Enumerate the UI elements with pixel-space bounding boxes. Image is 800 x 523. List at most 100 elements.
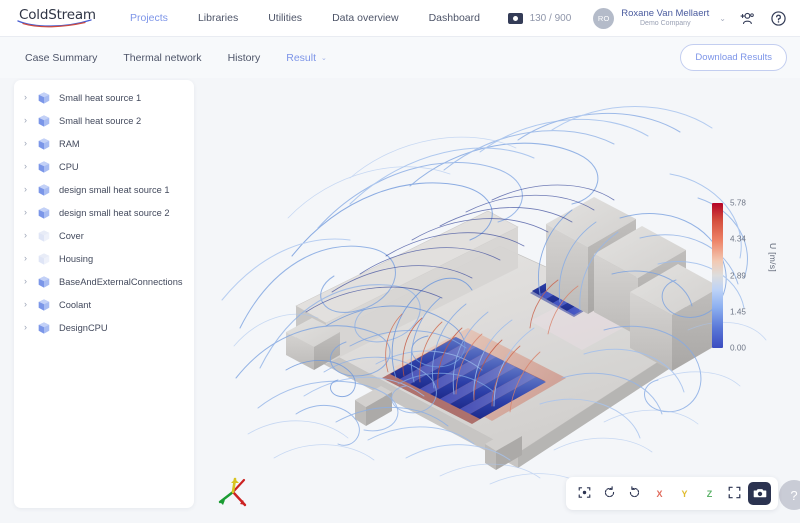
tree-item-label: design small heat source 1 [59, 185, 170, 195]
cube-icon [37, 229, 51, 243]
tab-case-summary[interactable]: Case Summary [12, 52, 110, 64]
chevron-right-icon[interactable]: › [24, 300, 37, 309]
tab-thermal-network[interactable]: Thermal network [110, 52, 214, 64]
chevron-right-icon[interactable]: › [24, 208, 37, 217]
colorbar-tick-label: 0.00 [730, 344, 746, 353]
chevron-right-icon[interactable]: › [24, 116, 37, 125]
tree-item-housing[interactable]: ›Housing [14, 247, 194, 270]
chevron-right-icon[interactable]: › [24, 323, 37, 332]
tab-label: Thermal network [123, 52, 201, 64]
tree-item-design-small-heat-source-2[interactable]: › design small heat source 2 [14, 201, 194, 224]
cube-icon [37, 91, 51, 105]
fullscreen-icon [728, 486, 741, 501]
add-user-icon[interactable] [740, 12, 755, 25]
view-y-button[interactable]: Y [673, 482, 696, 505]
tab-result[interactable]: Result ⌄ [273, 52, 340, 64]
cube-icon [37, 183, 51, 197]
tree-item-label: BaseAndExternalConnections [59, 277, 183, 287]
rotate-left-button[interactable] [598, 482, 621, 505]
tree-item-cover[interactable]: › Cover [14, 224, 194, 247]
rotate-cw-icon [628, 486, 641, 501]
chevron-right-icon[interactable]: › [24, 231, 37, 240]
view-x-button[interactable]: X [648, 482, 671, 505]
cube-icon [37, 321, 51, 335]
avatar: RO [593, 8, 614, 29]
tree-item-label: Small heat source 1 [59, 93, 141, 103]
user-name: Roxane Van Mellaert [621, 8, 709, 19]
nav-item-projects[interactable]: Projects [115, 12, 183, 24]
tab-label: History [228, 52, 261, 64]
axis-z-icon: Z [707, 489, 713, 499]
coldstream-logo[interactable]: ColdStream [19, 6, 93, 30]
fullscreen-button[interactable] [723, 482, 746, 505]
user-menu[interactable]: RO Roxane Van Mellaert Demo Company ⌄ [593, 8, 726, 29]
colorbar-tick-label: 2.89 [730, 271, 746, 280]
chevron-right-icon[interactable]: › [24, 93, 37, 102]
view-z-button[interactable]: Z [698, 482, 721, 505]
app-header: ColdStream Projects Libraries Utilities … [0, 0, 800, 37]
cube-icon [37, 275, 51, 289]
logo-swoosh-icon [17, 19, 93, 28]
axis-triad-gizmo[interactable] [216, 475, 250, 509]
credits-count: 130 / 900 [530, 13, 572, 24]
tree-item-small-heat-source-2[interactable]: › Small heat source 2 [14, 109, 194, 132]
cube-icon [37, 160, 51, 174]
user-organization: Demo Company [621, 19, 709, 28]
colorbar-tick-label: 4.34 [730, 235, 746, 244]
tree-item-label: design small heat source 2 [59, 208, 170, 218]
focus-center-icon [578, 486, 591, 501]
cube-icon [37, 252, 51, 266]
axis-y-icon: Y [681, 489, 687, 499]
credits-indicator[interactable]: 130 / 900 [508, 13, 572, 24]
fit-view-button[interactable] [573, 482, 596, 505]
camera-icon [753, 486, 767, 502]
nav-item-libraries[interactable]: Libraries [183, 12, 253, 24]
cube-icon [37, 114, 51, 128]
colorbar-gradient [712, 203, 723, 348]
viewport-toolbar: XY Z [566, 477, 778, 510]
help-circle-icon[interactable] [771, 11, 786, 26]
tree-item-small-heat-source-1[interactable]: › Small heat source 1 [14, 86, 194, 109]
nav-item-utilities[interactable]: Utilities [253, 12, 317, 24]
rotate-ccw-icon [603, 486, 616, 501]
download-results-button[interactable]: Download Results [680, 44, 787, 71]
colorbar-ticks: 5.784.342.891.450.00 [730, 203, 760, 348]
3d-viewport[interactable]: 5.784.342.891.450.00 U [m/s] XYZ ? [200, 78, 800, 523]
screenshot-button[interactable] [748, 482, 771, 505]
nav-item-data-overview[interactable]: Data overview [317, 12, 414, 24]
tree-item-design-small-heat-source-1[interactable]: › design small heat source 1 [14, 178, 194, 201]
nav-item-dashboard[interactable]: Dashboard [414, 12, 495, 24]
tree-item-label: Small heat source 2 [59, 116, 141, 126]
chevron-right-icon[interactable]: › [24, 162, 37, 171]
tree-item-label: RAM [59, 139, 80, 149]
tab-label: Case Summary [25, 52, 97, 64]
tree-item-label: Coolant [59, 300, 91, 310]
chevron-right-icon[interactable]: › [24, 254, 37, 263]
colorbar-tick-label: 1.45 [730, 307, 746, 316]
tree-item-baseandexternalconnections[interactable]: › BaseAndExternalConnections [14, 270, 194, 293]
main-nav: Projects Libraries Utilities Data overvi… [115, 12, 495, 24]
colorbar-tick-label: 5.78 [730, 199, 746, 208]
chevron-right-icon[interactable]: › [24, 277, 37, 286]
colorbar-unit-label: U [m/s] [768, 243, 778, 272]
chevron-right-icon[interactable]: › [24, 139, 37, 148]
tree-item-label: Cover [59, 231, 84, 241]
chevron-down-icon: ⌄ [719, 14, 726, 23]
tab-history[interactable]: History [215, 52, 274, 64]
component-tree-panel: › Small heat source 1 › Small heat source 2… [14, 80, 194, 508]
tree-item-designcpu[interactable]: › DesignCPU [14, 316, 194, 339]
secondary-tabbar: Case Summary Thermal network History Res… [0, 37, 800, 78]
app-root: ColdStream Projects Libraries Utilities … [0, 0, 800, 523]
tree-item-label: CPU [59, 162, 79, 172]
chevron-down-icon: ⌄ [321, 54, 327, 62]
tree-item-ram[interactable]: › RAM [14, 132, 194, 155]
tab-label: Result [286, 52, 316, 64]
tree-item-label: DesignCPU [59, 323, 108, 333]
tree-item-cpu[interactable]: › CPU [14, 155, 194, 178]
rotate-right-button[interactable] [623, 482, 646, 505]
tree-item-coolant[interactable]: › Coolant [14, 293, 194, 316]
cube-icon [37, 137, 51, 151]
velocity-colorbar-legend: 5.784.342.891.450.00 U [m/s] [712, 203, 778, 348]
chevron-right-icon[interactable]: › [24, 185, 37, 194]
cube-icon [37, 206, 51, 220]
